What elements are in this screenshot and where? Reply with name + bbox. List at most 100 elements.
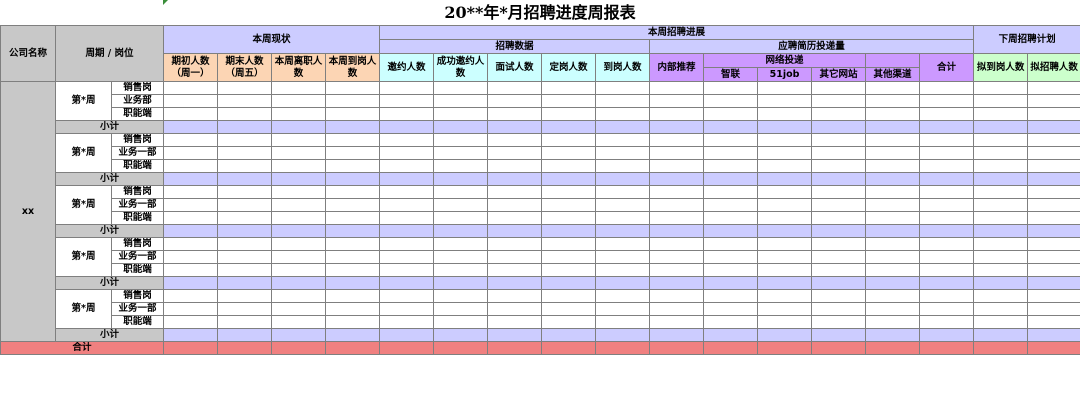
total-cell[interactable] (271, 341, 326, 355)
data-cell[interactable] (163, 263, 218, 277)
data-cell[interactable] (433, 159, 489, 173)
data-cell[interactable] (595, 133, 651, 147)
data-cell[interactable] (649, 198, 705, 212)
subtotal-cell[interactable] (217, 328, 272, 342)
subtotal-cell[interactable] (541, 120, 597, 134)
data-cell[interactable] (1027, 198, 1080, 212)
subtotal-cell[interactable] (324, 120, 381, 134)
data-cell[interactable] (973, 107, 1029, 121)
subtotal-cell[interactable] (865, 224, 921, 238)
data-cell[interactable] (973, 198, 1029, 212)
data-cell[interactable] (973, 94, 1029, 108)
data-cell[interactable] (541, 315, 597, 329)
subtotal-cell[interactable] (919, 120, 975, 134)
total-cell[interactable] (487, 341, 543, 355)
subtotal-cell[interactable] (324, 276, 381, 290)
subtotal-cell[interactable] (595, 328, 651, 342)
data-cell[interactable] (324, 81, 381, 95)
subtotal-cell[interactable] (703, 224, 759, 238)
data-cell[interactable] (541, 198, 597, 212)
data-cell[interactable] (865, 185, 921, 199)
subtotal-cell[interactable] (703, 120, 759, 134)
data-cell[interactable] (865, 81, 921, 95)
subtotal-cell[interactable] (595, 276, 651, 290)
data-cell[interactable] (379, 107, 435, 121)
subtotal-cell[interactable] (757, 328, 813, 342)
data-cell[interactable] (919, 198, 975, 212)
subtotal-cell[interactable] (649, 328, 705, 342)
data-cell[interactable] (1027, 81, 1080, 95)
subtotal-cell[interactable] (973, 328, 1029, 342)
data-cell[interactable] (811, 198, 867, 212)
data-cell[interactable] (217, 302, 272, 316)
data-cell[interactable] (919, 237, 975, 251)
subtotal-cell[interactable] (919, 328, 975, 342)
data-cell[interactable] (541, 211, 597, 225)
data-cell[interactable] (163, 237, 218, 251)
data-cell[interactable] (324, 263, 381, 277)
data-cell[interactable] (865, 211, 921, 225)
data-cell[interactable] (919, 263, 975, 277)
data-cell[interactable] (433, 237, 489, 251)
data-cell[interactable] (703, 159, 759, 173)
data-cell[interactable] (757, 211, 813, 225)
data-cell[interactable] (271, 198, 326, 212)
data-cell[interactable] (271, 107, 326, 121)
data-cell[interactable] (1027, 237, 1080, 251)
data-cell[interactable] (271, 237, 326, 251)
total-cell[interactable] (595, 341, 651, 355)
data-cell[interactable] (217, 211, 272, 225)
data-cell[interactable] (757, 94, 813, 108)
data-cell[interactable] (865, 198, 921, 212)
data-cell[interactable] (163, 159, 218, 173)
data-cell[interactable] (919, 94, 975, 108)
subtotal-cell[interactable] (271, 120, 326, 134)
data-cell[interactable] (703, 289, 759, 303)
data-cell[interactable] (433, 302, 489, 316)
data-cell[interactable] (757, 315, 813, 329)
data-cell[interactable] (595, 211, 651, 225)
data-cell[interactable] (973, 289, 1029, 303)
data-cell[interactable] (324, 250, 381, 264)
subtotal-cell[interactable] (433, 328, 489, 342)
total-cell[interactable] (649, 341, 705, 355)
data-cell[interactable] (324, 159, 381, 173)
data-cell[interactable] (757, 250, 813, 264)
data-cell[interactable] (433, 185, 489, 199)
data-cell[interactable] (649, 133, 705, 147)
data-cell[interactable] (487, 289, 543, 303)
subtotal-cell[interactable] (757, 172, 813, 186)
data-cell[interactable] (487, 185, 543, 199)
total-cell[interactable] (973, 341, 1029, 355)
data-cell[interactable] (919, 107, 975, 121)
data-cell[interactable] (324, 302, 381, 316)
data-cell[interactable] (1027, 250, 1080, 264)
data-cell[interactable] (379, 302, 435, 316)
data-cell[interactable] (811, 146, 867, 160)
data-cell[interactable] (163, 81, 218, 95)
data-cell[interactable] (1027, 94, 1080, 108)
data-cell[interactable] (649, 211, 705, 225)
data-cell[interactable] (811, 250, 867, 264)
data-cell[interactable] (487, 146, 543, 160)
data-cell[interactable] (324, 94, 381, 108)
data-cell[interactable] (163, 315, 218, 329)
subtotal-cell[interactable] (379, 224, 435, 238)
data-cell[interactable] (217, 237, 272, 251)
data-cell[interactable] (217, 107, 272, 121)
total-cell[interactable] (811, 341, 867, 355)
data-cell[interactable] (649, 289, 705, 303)
data-cell[interactable] (973, 211, 1029, 225)
data-cell[interactable] (973, 159, 1029, 173)
total-cell[interactable] (757, 341, 813, 355)
data-cell[interactable] (973, 263, 1029, 277)
data-cell[interactable] (595, 289, 651, 303)
data-cell[interactable] (487, 211, 543, 225)
data-cell[interactable] (703, 302, 759, 316)
subtotal-cell[interactable] (163, 224, 218, 238)
subtotal-cell[interactable] (541, 172, 597, 186)
data-cell[interactable] (703, 94, 759, 108)
data-cell[interactable] (757, 198, 813, 212)
data-cell[interactable] (865, 94, 921, 108)
data-cell[interactable] (163, 289, 218, 303)
